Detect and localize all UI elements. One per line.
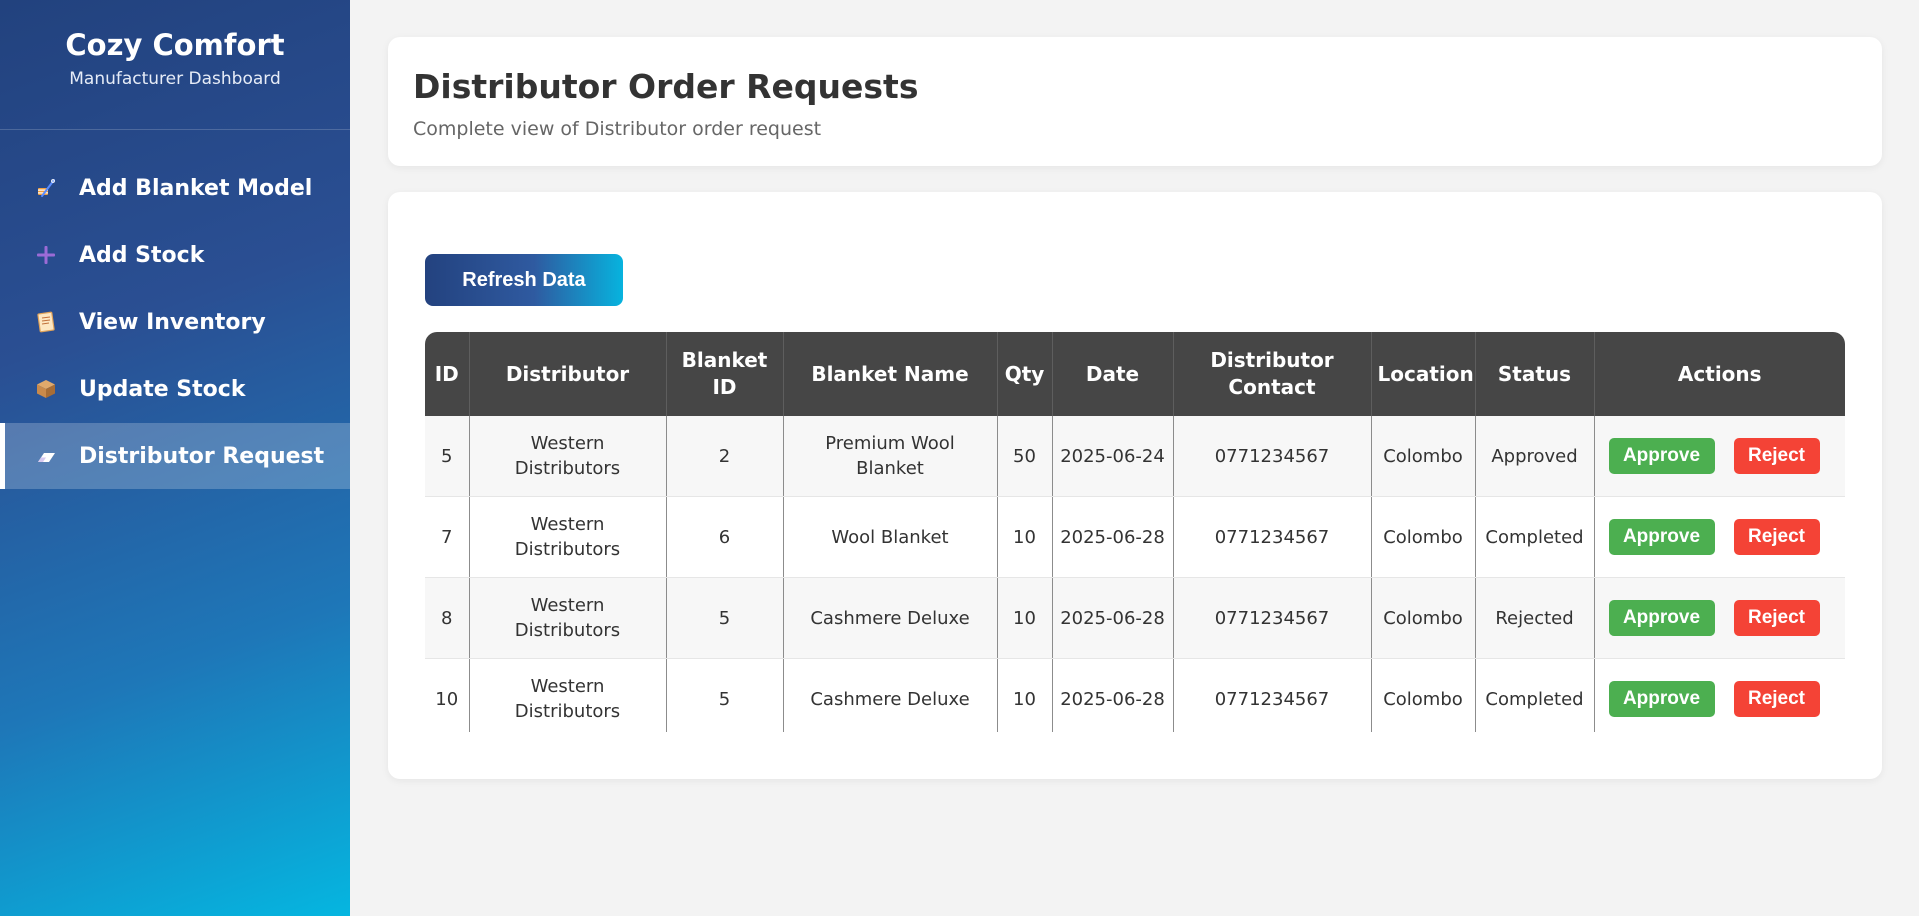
column-header-date: Date	[1052, 332, 1174, 416]
table-row: 8 Western Distributors 5 Cashmere Deluxe…	[425, 577, 1845, 659]
refresh-data-button[interactable]: Refresh Data	[425, 254, 623, 306]
cell-actions: Approve Reject	[1594, 577, 1845, 659]
cell-id: 8	[425, 577, 470, 659]
cell-location: Colombo	[1371, 658, 1476, 732]
cell-blanket-name: Cashmere Deluxe	[783, 577, 998, 659]
cell-contact: 0771234567	[1173, 658, 1372, 732]
column-header-id: ID	[425, 332, 470, 416]
reject-button[interactable]: Reject	[1733, 600, 1820, 636]
cell-contact: 0771234567	[1173, 416, 1372, 497]
sidebar-item-distributor-request[interactable]: Distributor Request	[0, 423, 350, 489]
cell-distributor: Western Distributors	[469, 658, 667, 732]
cell-contact: 0771234567	[1173, 496, 1372, 578]
table-header-row: ID Distributor Blanket ID Blanket Name Q…	[425, 332, 1845, 416]
cell-actions: Approve Reject	[1594, 496, 1845, 578]
clipboard-icon	[32, 308, 60, 336]
sidebar-item-update-stock[interactable]: Update Stock	[0, 356, 350, 422]
cell-distributor: Western Distributors	[469, 577, 667, 659]
requests-table-container: ID Distributor Blanket ID Blanket Name Q…	[425, 332, 1845, 732]
page-title: Distributor Order Requests	[413, 67, 919, 106]
reject-button[interactable]: Reject	[1733, 438, 1820, 474]
sidebar: Cozy Comfort Manufacturer Dashboard Add …	[0, 0, 350, 916]
reject-button[interactable]: Reject	[1733, 519, 1820, 555]
brand-title: Cozy Comfort	[65, 28, 285, 62]
approve-button[interactable]: Approve	[1608, 600, 1715, 636]
column-header-distributor: Distributor	[469, 332, 667, 416]
cell-id: 7	[425, 496, 470, 578]
sidebar-item-label: Add Stock	[79, 242, 205, 268]
column-header-status: Status	[1475, 332, 1595, 416]
cell-location: Colombo	[1371, 577, 1476, 659]
cell-blanket-name: Wool Blanket	[783, 496, 998, 578]
requests-panel: Refresh Data ID Distributor Blanket ID B…	[388, 192, 1882, 779]
cell-contact: 0771234567	[1173, 577, 1372, 659]
column-header-blanket-id: Blanket ID	[666, 332, 784, 416]
cell-date: 2025-06-24	[1052, 416, 1174, 497]
cell-qty: 10	[997, 496, 1053, 578]
cell-blanket-name: Premium Wool Blanket	[783, 416, 998, 497]
cell-qty: 10	[997, 658, 1053, 732]
cell-qty: 10	[997, 577, 1053, 659]
cell-id: 5	[425, 416, 470, 497]
row-actions: Approve Reject	[1601, 438, 1840, 474]
column-header-distributor-contact: Distributor Contact	[1173, 332, 1372, 416]
sidebar-item-view-inventory[interactable]: View Inventory	[0, 289, 350, 355]
cell-actions: Approve Reject	[1594, 658, 1845, 732]
app-root: Cozy Comfort Manufacturer Dashboard Add …	[0, 0, 1919, 916]
approve-button[interactable]: Approve	[1608, 438, 1715, 474]
sidebar-item-add-blanket-model[interactable]: Add Blanket Model	[0, 155, 350, 221]
column-header-qty: Qty	[997, 332, 1053, 416]
cell-blanket-id: 5	[666, 658, 784, 732]
cell-actions: Approve Reject	[1594, 416, 1845, 497]
eraser-icon	[32, 442, 60, 470]
brand: Cozy Comfort Manufacturer Dashboard	[0, 0, 350, 130]
cell-blanket-id: 6	[666, 496, 784, 578]
reject-button[interactable]: Reject	[1733, 681, 1820, 717]
plus-icon	[32, 241, 60, 269]
cell-status: Completed	[1475, 658, 1595, 732]
table-row: 10 Western Distributors 5 Cashmere Delux…	[425, 658, 1845, 732]
approve-button[interactable]: Approve	[1608, 681, 1715, 717]
sidebar-item-label: Update Stock	[79, 376, 246, 402]
cell-status: Completed	[1475, 496, 1595, 578]
cell-id: 10	[425, 658, 470, 732]
row-actions: Approve Reject	[1601, 519, 1840, 555]
cell-date: 2025-06-28	[1052, 658, 1174, 732]
cell-distributor: Western Distributors	[469, 416, 667, 497]
cell-status: Approved	[1475, 416, 1595, 497]
cell-location: Colombo	[1371, 416, 1476, 497]
requests-table: ID Distributor Blanket ID Blanket Name Q…	[425, 332, 1845, 732]
sewing-needle-icon	[32, 174, 60, 202]
sidebar-item-label: Distributor Request	[79, 443, 325, 469]
cell-blanket-name: Cashmere Deluxe	[783, 658, 998, 732]
cell-location: Colombo	[1371, 496, 1476, 578]
table-row: 7 Western Distributors 6 Wool Blanket 10…	[425, 496, 1845, 578]
sidebar-item-label: View Inventory	[79, 309, 266, 335]
sidebar-nav: Add Blanket Model Add Stock View Invento…	[0, 155, 350, 489]
sidebar-item-add-stock[interactable]: Add Stock	[0, 222, 350, 288]
package-icon	[32, 375, 60, 403]
column-header-actions: Actions	[1594, 332, 1845, 416]
page-subtitle: Complete view of Distributor order reque…	[413, 118, 822, 140]
cell-qty: 50	[997, 416, 1053, 497]
brand-subtitle: Manufacturer Dashboard	[69, 69, 281, 89]
cell-date: 2025-06-28	[1052, 496, 1174, 578]
row-actions: Approve Reject	[1601, 681, 1840, 717]
approve-button[interactable]: Approve	[1608, 519, 1715, 555]
cell-distributor: Western Distributors	[469, 496, 667, 578]
cell-status: Rejected	[1475, 577, 1595, 659]
row-actions: Approve Reject	[1601, 600, 1840, 636]
cell-blanket-id: 2	[666, 416, 784, 497]
column-header-location: Location	[1371, 332, 1476, 416]
cell-blanket-id: 5	[666, 577, 784, 659]
column-header-blanket-name: Blanket Name	[783, 332, 998, 416]
cell-date: 2025-06-28	[1052, 577, 1174, 659]
table-row: 5 Western Distributors 2 Premium Wool Bl…	[425, 416, 1845, 497]
sidebar-item-label: Add Blanket Model	[79, 175, 313, 201]
page-header: Distributor Order Requests Complete view…	[388, 37, 1882, 166]
